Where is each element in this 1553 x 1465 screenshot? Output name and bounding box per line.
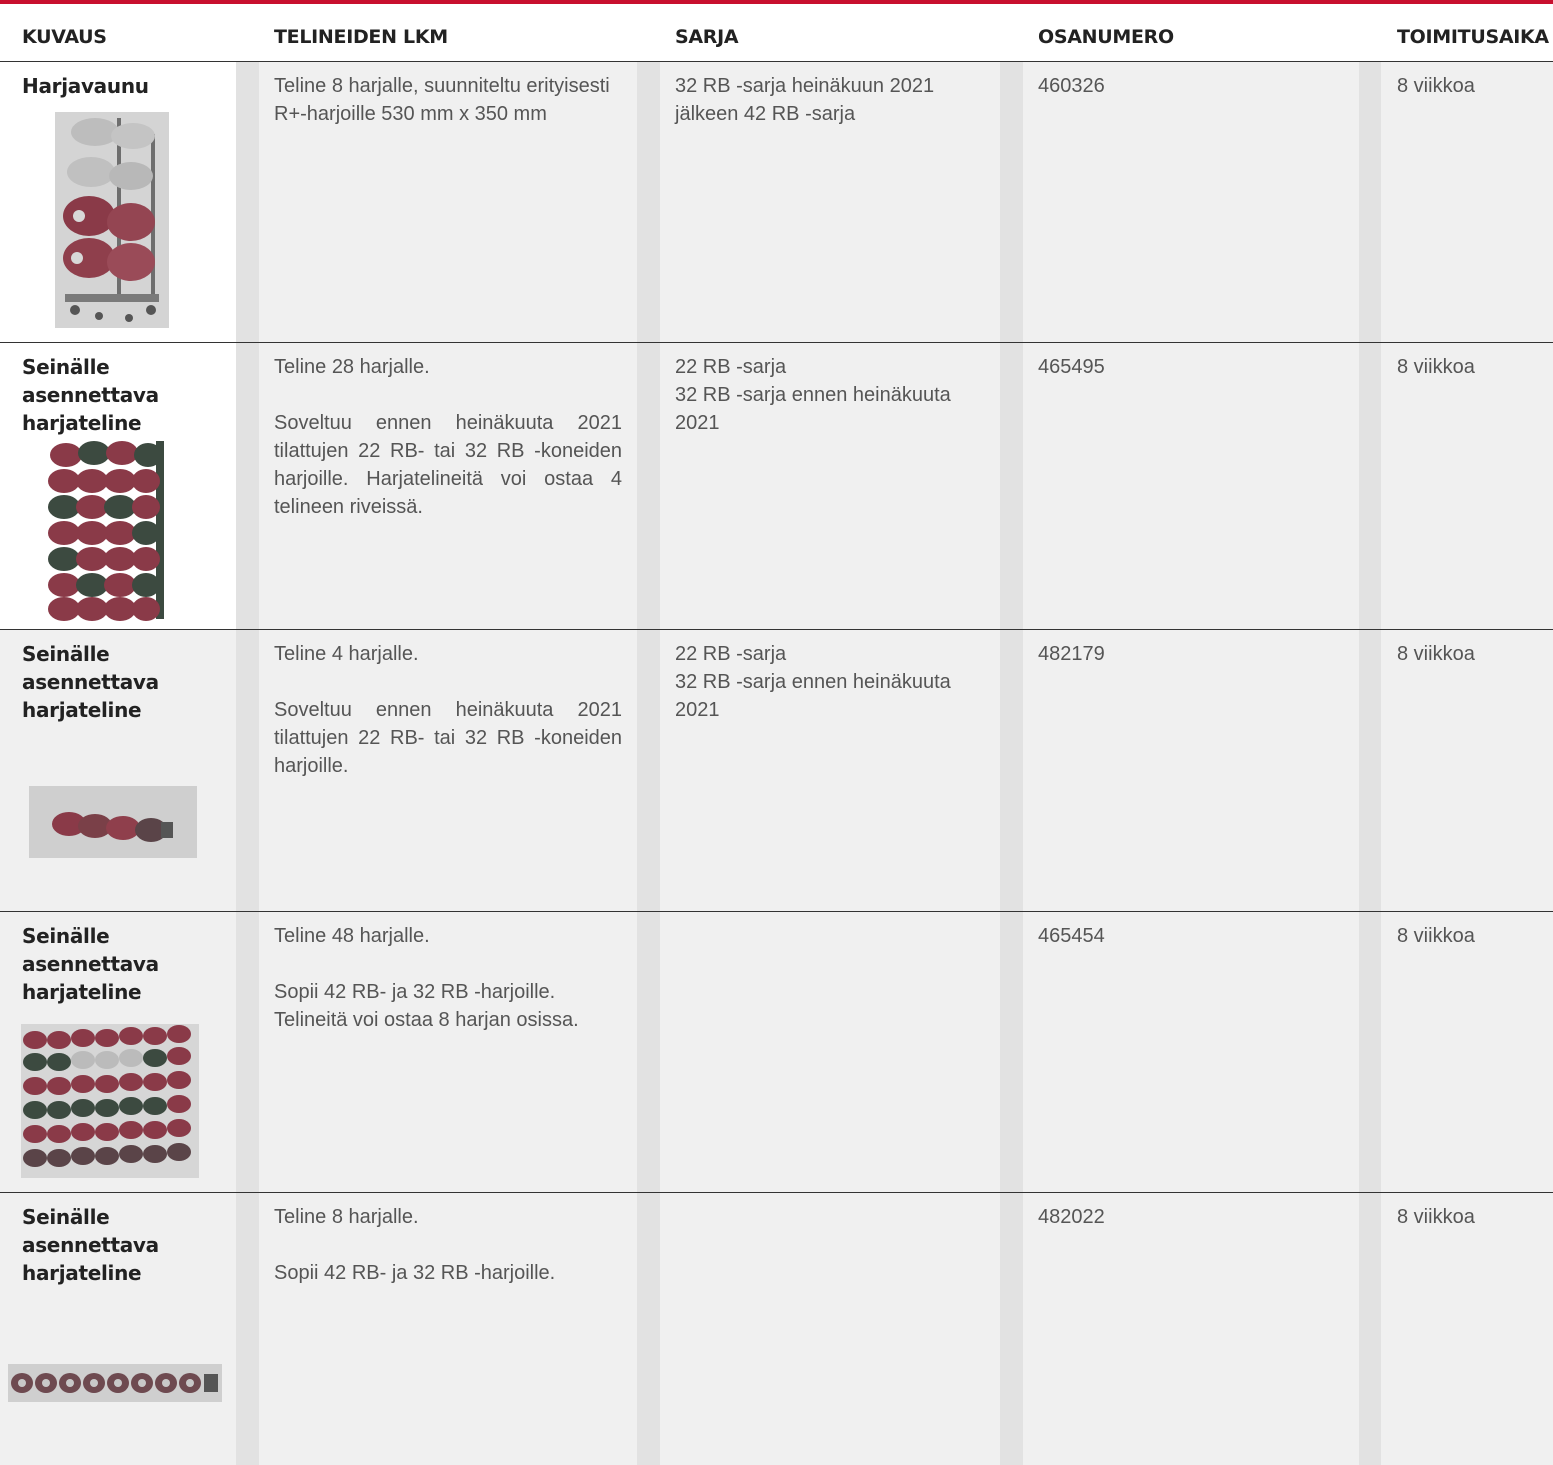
description-text: Teline 8 harjalle, suunniteltu erityises…: [274, 75, 610, 125]
osanumero-cell: 482179: [1038, 643, 1105, 665]
osanumero-cell: 465454: [1038, 925, 1105, 947]
description-text: Soveltuu ennen heinäkuuta 2021 tilattuje…: [274, 412, 622, 518]
row-title: Harjavaunu: [22, 74, 149, 98]
top-accent-bar: [0, 0, 1553, 4]
sarja-cell: 22 RB -sarja 32 RB -sarja ennen heinäkuu…: [675, 353, 975, 437]
sarja-text: 32 RB -sarja ennen heinäkuuta 2021: [675, 671, 951, 721]
description-cell: Teline 8 harjalle. Sopii 42 RB- ja 32 RB…: [274, 1203, 622, 1287]
wall-rack-4-image: [29, 786, 197, 858]
table-row: Seinälle asennettava harjateline Teline …: [0, 912, 1553, 1192]
description-cell: Teline 28 harjalle. Soveltuu ennen heinä…: [274, 353, 622, 521]
header-telineiden-lkm: TELINEIDEN LKM: [274, 26, 448, 48]
description-text: Sopii 42 RB- ja 32 RB -harjoille. Teline…: [274, 981, 579, 1031]
toimitusaika-cell: 8 viikkoa: [1397, 643, 1475, 665]
description-text: Teline 4 harjalle.: [274, 643, 419, 665]
description-text: Soveltuu ennen heinäkuuta 2021 tilattuje…: [274, 699, 622, 777]
toimitusaika-cell: 8 viikkoa: [1397, 356, 1475, 378]
row-title: Seinälle asennettava harjateline: [22, 924, 159, 1004]
sarja-cell: 32 RB -sarja heinäkuun 2021 jälkeen 42 R…: [675, 72, 975, 128]
wall-rack-28-image: [44, 435, 180, 627]
sarja-text: 22 RB -sarja: [675, 643, 787, 665]
toimitusaika-cell: 8 viikkoa: [1397, 75, 1475, 97]
wall-rack-48-image: [21, 1024, 199, 1178]
sarja-text: 22 RB -sarja: [675, 356, 787, 378]
header-osanumero: OSANUMERO: [1038, 26, 1174, 48]
brush-cart-image: [55, 112, 169, 328]
wall-rack-8-image: [8, 1364, 222, 1402]
description-text: Teline 48 harjalle.: [274, 925, 430, 947]
osanumero-cell: 460326: [1038, 75, 1105, 97]
sarja-cell: 22 RB -sarja 32 RB -sarja ennen heinäkuu…: [675, 640, 975, 724]
sarja-text: 32 RB -sarja ennen heinäkuuta 2021: [675, 384, 951, 434]
row-title: Seinälle asennettava harjateline: [22, 355, 159, 435]
header-sarja: SARJA: [675, 26, 739, 48]
osanumero-cell: 465495: [1038, 356, 1105, 378]
description-cell: Teline 4 harjalle. Soveltuu ennen heinäk…: [274, 640, 622, 780]
toimitusaika-cell: 8 viikkoa: [1397, 1206, 1475, 1228]
row-title: Seinälle asennettava harjateline: [22, 1205, 159, 1285]
description-cell: Teline 48 harjalle. Sopii 42 RB- ja 32 R…: [274, 922, 622, 1034]
row-title: Seinälle asennettava harjateline: [22, 642, 159, 722]
toimitusaika-cell: 8 viikkoa: [1397, 925, 1475, 947]
description-cell: Teline 8 harjalle, suunniteltu erityises…: [274, 72, 622, 128]
osanumero-cell: 482022: [1038, 1206, 1105, 1228]
table-row: Harjavaunu Teline 8 harjalle, suunnitelt…: [0, 62, 1553, 342]
description-text: Sopii 42 RB- ja 32 RB -harjoille.: [274, 1262, 556, 1284]
description-text: Teline 28 harjalle.: [274, 356, 430, 378]
table-row: Seinälle asennettava harjateline Teline …: [0, 343, 1553, 629]
sarja-text: 32 RB -sarja heinäkuun 2021 jälkeen 42 R…: [675, 75, 935, 125]
description-text: Teline 8 harjalle.: [274, 1206, 419, 1228]
table-row: Seinälle asennettava harjateline Teline …: [0, 630, 1553, 911]
table-row: Seinälle asennettava harjateline Teline …: [0, 1193, 1553, 1465]
header-toimitusaika: TOIMITUSAIKA: [1397, 26, 1549, 48]
header-kuvaus: KUVAUS: [22, 26, 107, 48]
